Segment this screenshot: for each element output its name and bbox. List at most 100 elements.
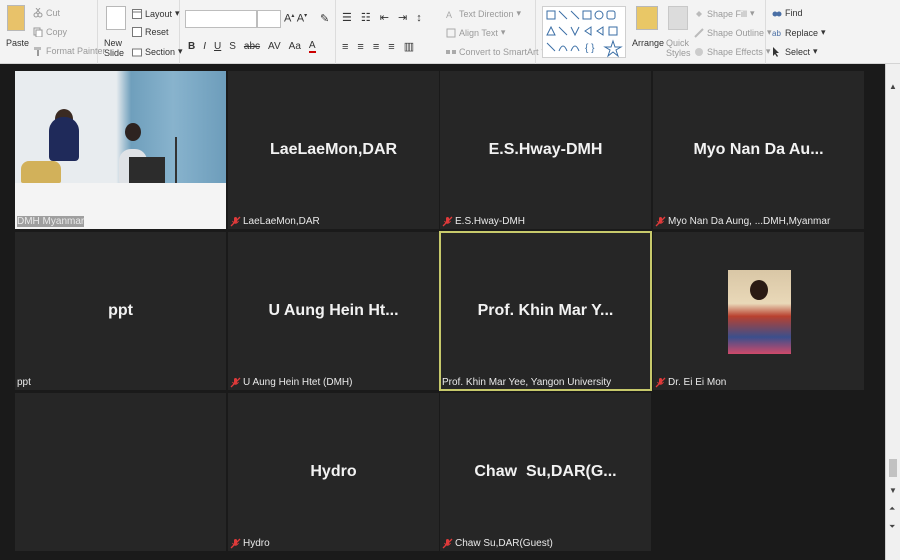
- align-text-button[interactable]: Align Text ▾: [446, 27, 505, 38]
- video-tile-u-aung-hein-htet[interactable]: U Aung Hein Ht... U Aung Hein Htet (DMH): [228, 232, 439, 390]
- character-spacing-icon[interactable]: AV: [268, 41, 281, 52]
- quick-styles-button[interactable]: Quick Styles: [666, 38, 691, 58]
- video-tile-chaw-su[interactable]: Chaw Su,DAR(G... Chaw Su,DAR(Guest): [440, 393, 651, 551]
- participant-label: LaeLaeMon,DAR: [230, 216, 320, 227]
- microphone-stand: [175, 137, 177, 183]
- copy-label: Copy: [46, 27, 68, 37]
- grow-font-button[interactable]: A▴ A▾: [284, 12, 307, 25]
- reset-button[interactable]: Reset: [132, 27, 169, 37]
- participant-label-text: Prof. Khin Mar Yee, Yangon University: [442, 377, 612, 388]
- participant-label: Chaw Su,DAR(Guest): [442, 538, 553, 549]
- columns-icon[interactable]: ▥: [404, 40, 414, 53]
- shapes-gallery[interactable]: { }: [542, 6, 626, 58]
- dropdown-arrow-icon: ▾: [175, 8, 180, 18]
- video-tile-laelaemon[interactable]: LaeLaeMon,DAR LaeLaeMon,DAR: [228, 71, 439, 229]
- quick-styles-label: Quick Styles: [666, 38, 691, 58]
- select-button[interactable]: Select ▾: [772, 46, 818, 57]
- muted-mic-icon: [230, 216, 241, 227]
- convert-smartart-button[interactable]: Convert to SmartArt▾: [446, 46, 546, 57]
- shape-fill-button[interactable]: Shape Fill ▾: [694, 8, 755, 19]
- justify-icon[interactable]: ≡: [388, 41, 394, 53]
- previous-slide-icon[interactable]: ⏶: [889, 504, 895, 514]
- find-button[interactable]: Find: [772, 8, 803, 18]
- strikethrough-icon[interactable]: abc: [244, 41, 260, 52]
- scroll-up-arrow-icon[interactable]: ▲: [889, 82, 897, 91]
- video-tile-myo-nan-da-aung[interactable]: Myo Nan Da Au... Myo Nan Da Aung, ...DMH…: [653, 71, 864, 229]
- video-tile-prof-khin-mar-yee[interactable]: Prof. Khin Mar Y... Prof. Khin Mar Yee, …: [439, 231, 652, 391]
- underline-icon[interactable]: U: [214, 41, 221, 52]
- decrease-indent-icon[interactable]: ⇤: [380, 11, 389, 24]
- shadow-icon[interactable]: S: [229, 41, 236, 52]
- format-painter-button[interactable]: Format Painter: [33, 46, 106, 56]
- participant-label-text: ppt: [17, 377, 31, 388]
- participant-name: Chaw Su,DAR(G...: [474, 463, 617, 480]
- clipboard-group: Paste Cut Copy Format Painter: [0, 0, 106, 64]
- align-right-icon[interactable]: ≡: [373, 41, 379, 53]
- paste-button[interactable]: Paste: [6, 38, 29, 48]
- shape-outline-button[interactable]: Shape Outline ▾: [694, 27, 772, 38]
- shape-effects-button[interactable]: Shape Effects ▾: [694, 46, 770, 57]
- shape-effects-icon: [694, 47, 704, 57]
- vertical-scrollbar[interactable]: ▲ ▼ ⏶ ⏷: [885, 64, 900, 560]
- participant-name: ppt: [108, 302, 133, 319]
- font-size-field[interactable]: [257, 10, 281, 28]
- change-case-icon[interactable]: Aa: [289, 41, 301, 52]
- profile-photo: [728, 270, 791, 354]
- participant-label-text: DMH Myanmar: [17, 216, 85, 227]
- align-center-icon[interactable]: ≡: [357, 41, 363, 53]
- muted-mic-icon: [655, 377, 666, 388]
- increase-indent-icon[interactable]: ⇥: [398, 11, 407, 24]
- line-spacing-icon[interactable]: ↕: [416, 12, 422, 24]
- scrollbar-thumb[interactable]: [889, 459, 897, 477]
- align-left-icon[interactable]: ≡: [342, 41, 348, 53]
- section-icon: [132, 47, 142, 57]
- participant-label-text: Hydro: [243, 538, 270, 549]
- participant-label: Prof. Khin Mar Yee, Yangon University: [442, 377, 611, 388]
- video-tile-dr-ei-ei-mon[interactable]: Dr. Ei Ei Mon: [653, 232, 864, 390]
- numbering-icon[interactable]: ☷: [361, 11, 371, 24]
- quick-styles-icon: [668, 6, 688, 30]
- bold-icon[interactable]: B: [188, 41, 195, 52]
- convert-smartart-label: Convert to SmartArt: [459, 46, 539, 57]
- video-tile-ppt[interactable]: ppt ppt: [15, 232, 226, 390]
- new-slide-label: New Slide: [104, 38, 125, 58]
- text-direction-button[interactable]: A Text Direction ▾: [446, 8, 521, 20]
- muted-mic-icon: [442, 216, 453, 227]
- align-text-icon: [446, 28, 456, 38]
- paragraph-group: ☰ ☷ ⇤ ⇥ ↕ ≡ ≡ ≡ ≡ ▥ A Text Direction ▾ Align Text…: [336, 0, 546, 64]
- participant-label: Myo Nan Da Aung, ...DMH,Myanmar: [655, 216, 830, 227]
- video-tile-eshway[interactable]: E.S.Hway-DMH E.S.Hway-DMH: [440, 71, 651, 229]
- dropdown-arrow-icon: ▾: [821, 27, 826, 37]
- replace-button[interactable]: ab Replace ▾: [772, 27, 826, 38]
- layout-button[interactable]: Layout ▾: [132, 8, 180, 19]
- arrange-button[interactable]: Arrange: [632, 38, 664, 48]
- cut-button[interactable]: Cut: [33, 7, 60, 18]
- italic-icon[interactable]: I: [203, 41, 206, 52]
- new-slide-button[interactable]: New Slide: [104, 38, 128, 58]
- clear-formatting-icon: ✎: [320, 13, 330, 25]
- drawing-group: { } Arrange Quick Styles Shape Fill ▾ Sha…: [536, 0, 772, 64]
- participant-label: DMH Myanmar: [17, 216, 85, 227]
- video-tile-hydro[interactable]: Hydro Hydro: [228, 393, 439, 551]
- arrange-label: Arrange: [632, 38, 665, 48]
- participant-name: Hydro: [310, 463, 357, 480]
- bullets-icon[interactable]: ☰: [342, 11, 352, 24]
- format-painter-label: Format Painter: [46, 46, 106, 56]
- copy-icon: [33, 27, 43, 38]
- scroll-down-arrow-icon[interactable]: ▼: [889, 486, 897, 495]
- participant-label: ppt: [17, 377, 31, 388]
- next-slide-icon[interactable]: ⏷: [889, 522, 895, 532]
- participant-name: Myo Nan Da Au...: [693, 141, 824, 158]
- dropdown-arrow-icon: ▾: [813, 46, 818, 56]
- font-name-field[interactable]: [185, 10, 257, 28]
- svg-text:ab: ab: [772, 29, 781, 38]
- dropdown-arrow-icon: ▾: [500, 27, 506, 37]
- align-text-label: Align Text: [459, 27, 498, 38]
- clear-formatting-button[interactable]: ✎: [320, 12, 329, 25]
- video-tile-dmh-myanmar[interactable]: DMH Myanmar: [15, 71, 226, 229]
- laptop: [129, 157, 165, 183]
- section-button[interactable]: Section ▾: [132, 46, 183, 57]
- shape-effects-label: Shape Effects: [707, 46, 763, 57]
- font-color-icon[interactable]: A: [308, 40, 316, 53]
- copy-button[interactable]: Copy: [33, 27, 68, 38]
